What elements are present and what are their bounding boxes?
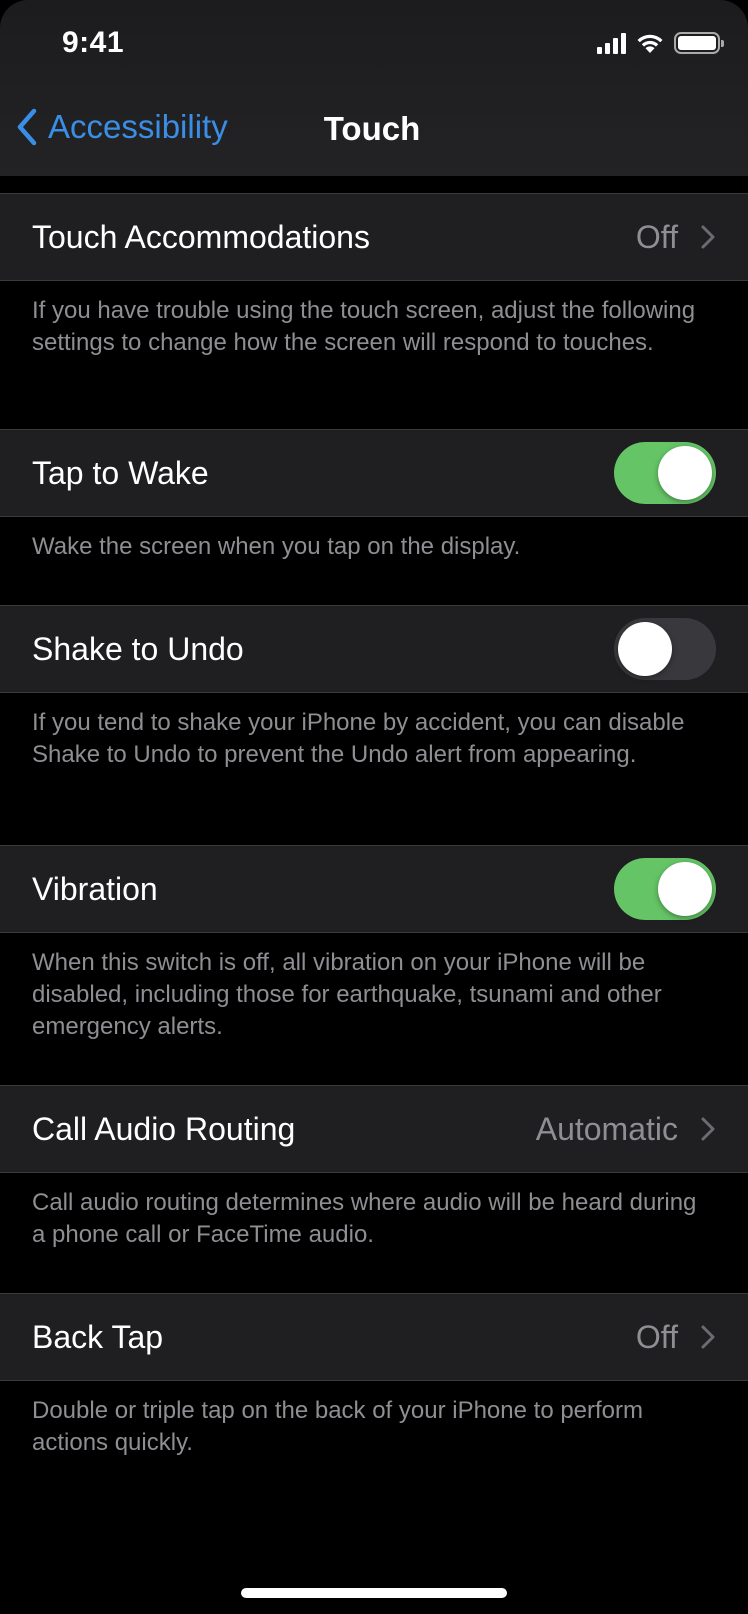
shake-to-undo-row: Shake to Undo: [0, 605, 748, 693]
section-footer: Call audio routing determines where audi…: [32, 1189, 697, 1248]
section-call-audio-routing: Call Audio Routing Automatic Call audio …: [0, 1085, 748, 1293]
row-label: Shake to Undo: [32, 630, 244, 667]
call-audio-routing-row[interactable]: Call Audio Routing Automatic: [0, 1085, 748, 1173]
back-tap-row[interactable]: Back Tap Off: [0, 1293, 748, 1381]
row-label: Back Tap: [32, 1318, 164, 1355]
shake-to-undo-toggle[interactable]: [614, 618, 716, 680]
toggle-knob: [618, 622, 672, 676]
touch-accommodations-row[interactable]: Touch Accommodations Off: [0, 193, 748, 281]
back-label: Accessibility: [48, 108, 228, 145]
home-indicator[interactable]: [241, 1588, 507, 1598]
row-value: Off: [635, 1318, 678, 1355]
row-label: Vibration: [32, 870, 158, 907]
status-time: 9:41: [62, 26, 125, 59]
section-tap-to-wake: Tap to Wake Wake the screen when you tap…: [0, 429, 748, 605]
chevron-right-icon: [701, 1325, 715, 1349]
vibration-row: Vibration: [0, 845, 748, 933]
row-value: Off: [635, 218, 678, 255]
row-value: Automatic: [535, 1110, 678, 1147]
chevron-right-icon: [701, 1117, 715, 1141]
settings-list: Touch Accommodations Off If you have tro…: [0, 193, 748, 1493]
vibration-toggle[interactable]: [614, 858, 716, 920]
screen: 9:41 Touch Accessibility Touch Accommoda…: [0, 0, 748, 1614]
status-icons: [597, 32, 724, 54]
section-shake-to-undo: Shake to Undo If you tend to shake your …: [0, 605, 748, 845]
nav-bar: Touch Accessibility: [0, 100, 748, 160]
row-label: Touch Accommodations: [32, 218, 370, 255]
row-label: Tap to Wake: [32, 454, 209, 491]
section-back-tap: Back Tap Off Double or triple tap on the…: [0, 1293, 748, 1493]
chevron-left-icon: [17, 108, 37, 146]
section-footer: Double or triple tap on the back of your…: [32, 1397, 644, 1456]
section-footer: If you tend to shake your iPhone by acci…: [32, 709, 685, 768]
navigation-header: 9:41 Touch Accessibility: [0, 0, 748, 176]
wifi-icon: [637, 34, 663, 53]
toggle-knob: [658, 862, 712, 916]
back-button[interactable]: Accessibility: [16, 108, 228, 146]
tap-to-wake-toggle[interactable]: [614, 442, 716, 504]
section-footer: If you have trouble using the touch scre…: [32, 297, 696, 356]
section-footer: Wake the screen when you tap on the disp…: [32, 533, 521, 560]
chevron-right-icon: [701, 225, 715, 249]
row-label: Call Audio Routing: [32, 1110, 296, 1147]
tap-to-wake-row: Tap to Wake: [0, 429, 748, 517]
toggle-knob: [658, 446, 712, 500]
section-footer: When this switch is off, all vibration o…: [32, 949, 662, 1040]
battery-icon: [674, 32, 724, 54]
section-touch-accommodations: Touch Accommodations Off If you have tro…: [0, 193, 748, 429]
cellular-signal-icon: [597, 32, 626, 54]
section-vibration: Vibration When this switch is off, all v…: [0, 845, 748, 1085]
